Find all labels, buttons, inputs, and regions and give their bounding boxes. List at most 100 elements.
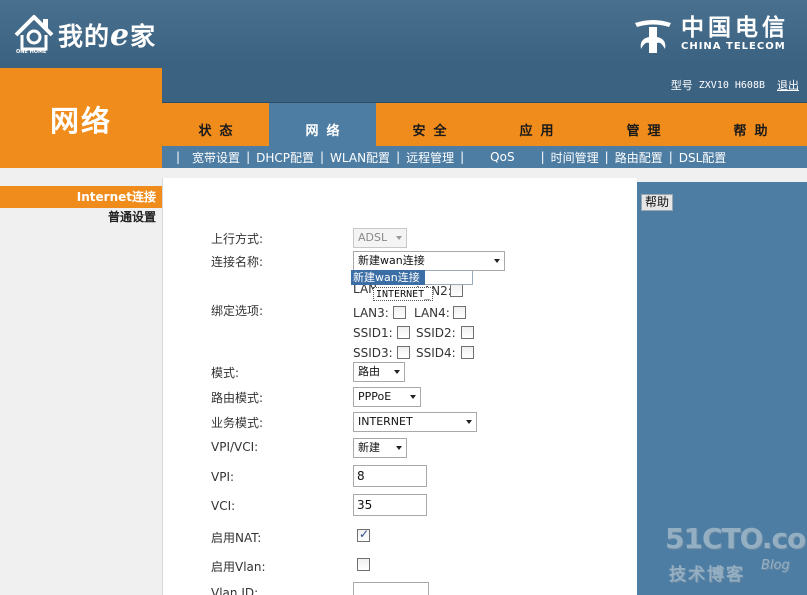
conn-option-internet[interactable]: INTERNET_ xyxy=(373,287,434,301)
model-bar: 型号 ZXV10 H608B 退出 xyxy=(162,68,807,103)
nat-row: 启用NAT: ✓ xyxy=(211,527,631,547)
sub-nav-separator: | xyxy=(604,150,609,164)
watermark-blog: Blog xyxy=(761,558,790,573)
vlan-id-row: Vlan ID: xyxy=(211,582,631,595)
section-title: 网络 xyxy=(49,104,112,138)
sub-nav-wlan[interactable]: WLAN配置 xyxy=(330,149,390,166)
ssid1-checkbox[interactable] xyxy=(397,326,410,339)
my-ehome-logo: ONE HOME 我的e家 xyxy=(12,12,156,58)
sub-nav-dsl[interactable]: DSL配置 xyxy=(679,149,727,166)
chevron-down-icon xyxy=(396,446,402,450)
ssid3-label: SSID3: xyxy=(353,346,393,360)
ssid1-label: SSID1: xyxy=(353,326,393,340)
menu-item-internet[interactable]: Internet连接 xyxy=(0,186,162,208)
tab-status[interactable]: 状态 xyxy=(162,103,269,146)
route-mode-label: 路由模式: xyxy=(211,391,264,405)
sub-nav-separator: | xyxy=(246,150,251,164)
ssid2-checkbox[interactable] xyxy=(461,326,474,339)
model-info: 型号 ZXV10 H608B 退出 xyxy=(671,77,799,93)
sub-nav-separator: | xyxy=(668,150,673,164)
watermark-caption: 技术博客 xyxy=(669,565,745,585)
route-mode-value: PPPoE xyxy=(358,390,392,403)
sub-nav-qos[interactable]: QoS xyxy=(490,150,514,164)
tab-label: 帮助 xyxy=(733,124,776,139)
route-mode-row: 路由模式: PPPoE xyxy=(211,387,631,407)
china-telecom-icon xyxy=(635,20,671,53)
ssid4-checkbox[interactable] xyxy=(461,346,474,359)
service-mode-select[interactable]: INTERNET xyxy=(353,412,477,432)
tab-security[interactable]: 安全 xyxy=(376,103,483,146)
service-mode-value: INTERNET xyxy=(358,415,413,428)
ssid3-checkbox[interactable] xyxy=(397,346,410,359)
carrier-name-cn: 中国电信 xyxy=(681,15,789,41)
sub-nav-time[interactable]: 时间管理 xyxy=(551,149,599,166)
vpivci-row: VPI/VCI: 新建 xyxy=(211,438,631,458)
model-label: 型号 xyxy=(670,79,693,92)
top-header: ONE HOME 我的e家 中国电信 CHINA TELECOM xyxy=(0,0,807,68)
service-mode-row: 业务模式: INTERNET xyxy=(211,412,631,432)
sub-nav: | 宽带设置 | DHCP配置 | WLAN配置 | 远程管理 | QoS | … xyxy=(162,146,807,168)
conn-option-new[interactable]: 新建wan连接 xyxy=(351,270,425,285)
vlan-id-input[interactable] xyxy=(353,582,429,595)
conn-name-row: 连接名称: 新建wan连接 xyxy=(211,251,631,271)
section-header-block: 网络 xyxy=(0,68,162,168)
lan4-label: LAN4: xyxy=(414,306,450,320)
chevron-down-icon xyxy=(466,420,472,424)
uplink-select[interactable]: ADSL xyxy=(353,228,407,248)
sub-nav-separator: | xyxy=(460,150,465,164)
tab-management[interactable]: 管理 xyxy=(590,103,697,146)
tab-label: 状态 xyxy=(198,124,241,139)
menu-item-normal-settings[interactable]: 普通设置 xyxy=(0,208,156,226)
conn-name-select[interactable]: 新建wan连接 xyxy=(353,251,505,271)
vlan-row: 启用Vlan: xyxy=(211,556,631,576)
lan3-label: LAN3: xyxy=(353,306,389,320)
brand-suffix: 家 xyxy=(130,22,157,51)
uplink-row: 上行方式: ADSL xyxy=(211,228,631,248)
tab-label: 网络 xyxy=(305,124,348,139)
chevron-down-icon xyxy=(410,395,416,399)
nat-checkbox[interactable]: ✓ xyxy=(357,527,370,542)
sub-nav-remote[interactable]: 远程管理 xyxy=(406,149,454,166)
tab-label: 管理 xyxy=(626,124,669,139)
mode-row: 模式: 路由 xyxy=(211,362,631,382)
tab-application[interactable]: 应用 xyxy=(483,103,590,146)
sub-nav-separator: | xyxy=(540,150,545,164)
house-icon: ONE HOME xyxy=(12,13,56,57)
help-button[interactable]: 帮助 xyxy=(641,194,674,211)
sub-nav-dhcp[interactable]: DHCP配置 xyxy=(256,149,314,166)
tab-help[interactable]: 帮助 xyxy=(697,103,804,146)
lan4-checkbox[interactable] xyxy=(453,306,466,319)
sub-nav-route[interactable]: 路由配置 xyxy=(615,149,663,166)
chevron-down-icon xyxy=(396,236,402,240)
vlan-id-label: Vlan ID: xyxy=(211,586,259,595)
sub-nav-separator: | xyxy=(396,150,401,164)
mode-select[interactable]: 路由 xyxy=(353,362,405,382)
sub-nav-broadband[interactable]: 宽带设置 xyxy=(192,149,240,166)
conn-name-label: 连接名称: xyxy=(211,255,264,269)
nat-label: 启用NAT: xyxy=(211,531,262,545)
bind-label: 绑定选项: xyxy=(211,304,264,318)
vpi-label: VPI: xyxy=(211,470,235,484)
mode-label: 模式: xyxy=(211,366,240,380)
conn-name-value: 新建wan连接 xyxy=(358,254,425,267)
chevron-down-icon xyxy=(394,370,400,374)
route-mode-select[interactable]: PPPoE xyxy=(353,387,421,407)
logo-subtitle: ONE HOME xyxy=(16,49,47,55)
sub-nav-separator: | xyxy=(176,150,181,164)
tab-network[interactable]: 网络 xyxy=(269,103,376,146)
logout-link[interactable]: 退出 xyxy=(777,77,799,93)
vpivci-select[interactable]: 新建 xyxy=(353,438,407,458)
lan3-checkbox[interactable] xyxy=(393,306,406,319)
carrier-name-en: CHINA TELECOM xyxy=(681,41,786,52)
brand-name: 我的e家 xyxy=(58,17,156,53)
model-value: ZXV10 H608B xyxy=(698,79,765,91)
vpi-row: VPI: 8 xyxy=(211,465,631,487)
watermark: 51CTO.com 技术博客 Blog xyxy=(665,522,807,588)
vlan-checkbox[interactable] xyxy=(357,558,370,571)
content-form: 上行方式: ADSL 连接名称: 新建wan连接 绑定选项: LAN LAN2:… xyxy=(162,178,637,595)
vci-input[interactable]: 35 xyxy=(353,494,427,516)
vpi-input[interactable]: 8 xyxy=(353,465,427,487)
brand-prefix: 我的 xyxy=(58,22,111,51)
vci-row: VCI: 35 xyxy=(211,494,631,516)
watermark-site: 51CTO.com xyxy=(665,522,807,555)
